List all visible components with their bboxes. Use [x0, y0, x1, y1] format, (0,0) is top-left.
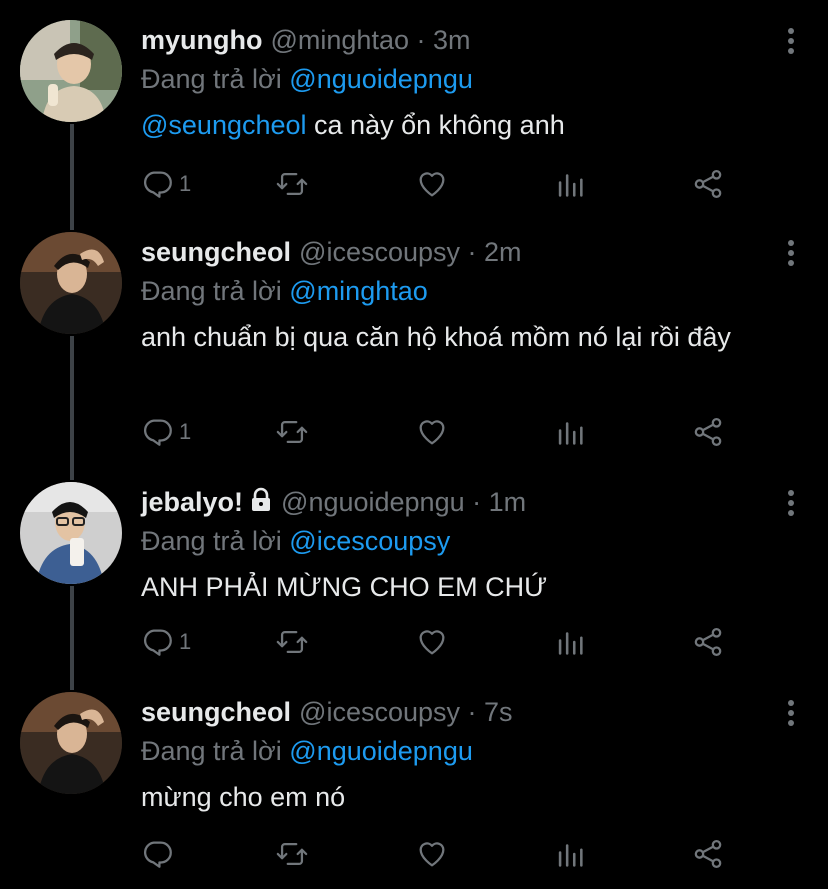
action-bar: 1	[141, 620, 741, 664]
reply-icon	[144, 629, 172, 656]
retweet-icon	[276, 842, 308, 866]
tweet-text: @seungcheol ca này ổn không anh	[141, 104, 768, 146]
reply-count: 1	[179, 171, 192, 196]
views-icon	[558, 174, 583, 197]
replying-to-link[interactable]: @icescoupsy	[289, 526, 450, 556]
timestamp[interactable]: 7s	[484, 697, 513, 727]
reply-count: 1	[179, 419, 192, 444]
reply-button[interactable]	[141, 832, 175, 876]
retweet-icon	[276, 630, 308, 654]
share-button[interactable]	[691, 620, 725, 664]
retweet-button[interactable]	[275, 620, 309, 664]
reply-icon	[144, 171, 172, 198]
action-bar	[141, 832, 741, 876]
reply-icon	[144, 419, 172, 446]
replying-to-link[interactable]: @minghtao	[289, 276, 427, 306]
like-button[interactable]	[415, 410, 449, 454]
display-name[interactable]: myungho	[141, 25, 263, 55]
share-button[interactable]	[691, 410, 725, 454]
replying-prefix: Đang trả lời	[141, 64, 282, 94]
display-name[interactable]: jebalyo!	[141, 487, 243, 517]
views-button[interactable]	[553, 162, 587, 206]
replying-to: Đang trả lời @nguoidepngu	[141, 732, 768, 770]
share-icon	[694, 169, 722, 199]
like-icon	[419, 420, 445, 445]
share-icon	[694, 417, 722, 447]
tweet-text: ANH PHẢI MỪNG CHO EM CHỨ	[141, 572, 548, 602]
avatar-image	[20, 232, 122, 334]
lock-icon	[252, 487, 271, 511]
more-icon[interactable]	[784, 238, 798, 268]
timestamp[interactable]: 2m	[484, 237, 522, 267]
views-icon	[558, 632, 583, 655]
more-icon[interactable]	[784, 26, 798, 56]
share-button[interactable]	[691, 832, 725, 876]
timestamp[interactable]: 3m	[433, 25, 471, 55]
reply-count: 1	[179, 629, 192, 654]
tweet-text: mừng cho em nó	[141, 782, 346, 812]
replying-to: Đang trả lời @nguoidepngu	[141, 60, 768, 98]
retweet-icon	[276, 172, 308, 196]
like-icon	[419, 172, 445, 197]
replying-prefix: Đang trả lời	[141, 526, 282, 556]
replying-to-link[interactable]: @nguoidepngu	[289, 736, 473, 766]
avatar-image	[20, 482, 122, 584]
views-icon	[558, 844, 583, 867]
replying-to: Đang trả lời @minghtao	[141, 272, 768, 310]
reply-button[interactable]: 1	[141, 410, 191, 454]
tweet[interactable]: myungho @minghtao · 3m Đang trả lời @nguo…	[0, 20, 828, 220]
share-icon	[694, 627, 722, 657]
share-button[interactable]	[691, 162, 725, 206]
more-icon[interactable]	[784, 488, 798, 518]
like-button[interactable]	[415, 162, 449, 206]
like-button[interactable]	[415, 832, 449, 876]
avatar-image	[20, 692, 122, 794]
handle[interactable]: @icescoupsy	[299, 697, 460, 727]
tweet[interactable]: seungcheol @icescoupsy · 2m Đang trả lời …	[0, 232, 828, 472]
views-button[interactable]	[553, 620, 587, 664]
tweet-header: seungcheol @icescoupsy · 2m	[141, 237, 522, 267]
retweet-button[interactable]	[275, 410, 309, 454]
reply-button[interactable]: 1	[141, 162, 191, 206]
like-button[interactable]	[415, 620, 449, 664]
more-icon[interactable]	[784, 698, 798, 728]
tweet-body: ca này ổn không anh	[306, 110, 565, 140]
reply-icon	[144, 841, 172, 868]
like-icon	[419, 842, 445, 867]
tweet-header: seungcheol @icescoupsy · 7s	[141, 697, 513, 727]
replying-to: Đang trả lời @icescoupsy	[141, 522, 768, 560]
reply-button[interactable]: 1	[141, 620, 191, 664]
avatar[interactable]	[20, 20, 122, 122]
avatar-image	[20, 20, 122, 122]
views-icon	[558, 422, 583, 445]
like-icon	[419, 630, 445, 655]
replying-prefix: Đang trả lời	[141, 276, 282, 306]
handle[interactable]: @icescoupsy	[299, 237, 460, 267]
tweet[interactable]: jebalyo! @nguoidepngu · 1m Đang trả lời @…	[0, 482, 828, 682]
handle[interactable]: @nguoidepngu	[281, 487, 465, 517]
views-button[interactable]	[553, 410, 587, 454]
display-name[interactable]: seungcheol	[141, 697, 291, 727]
replying-prefix: Đang trả lời	[141, 736, 282, 766]
mention-link[interactable]: @seungcheol	[141, 110, 307, 140]
action-bar: 1	[141, 410, 741, 454]
retweet-button[interactable]	[275, 832, 309, 876]
timestamp[interactable]: 1m	[489, 487, 527, 517]
avatar[interactable]	[20, 692, 122, 794]
tweet-header: myungho @minghtao · 3m	[141, 25, 471, 55]
retweet-icon	[276, 420, 308, 444]
views-button[interactable]	[553, 832, 587, 876]
tweet-text: anh chuẩn bị qua căn hộ khoá mồm nó lại …	[141, 322, 731, 352]
share-icon	[694, 839, 722, 869]
handle[interactable]: @minghtao	[271, 25, 409, 55]
replying-to-link[interactable]: @nguoidepngu	[289, 64, 473, 94]
display-name[interactable]: seungcheol	[141, 237, 291, 267]
avatar[interactable]	[20, 232, 122, 334]
action-bar: 1	[141, 162, 741, 206]
retweet-button[interactable]	[275, 162, 309, 206]
tweet[interactable]: seungcheol @icescoupsy · 7s Đang trả lời …	[0, 692, 828, 889]
avatar[interactable]	[20, 482, 122, 584]
tweet-header: jebalyo! @nguoidepngu · 1m	[141, 487, 527, 517]
